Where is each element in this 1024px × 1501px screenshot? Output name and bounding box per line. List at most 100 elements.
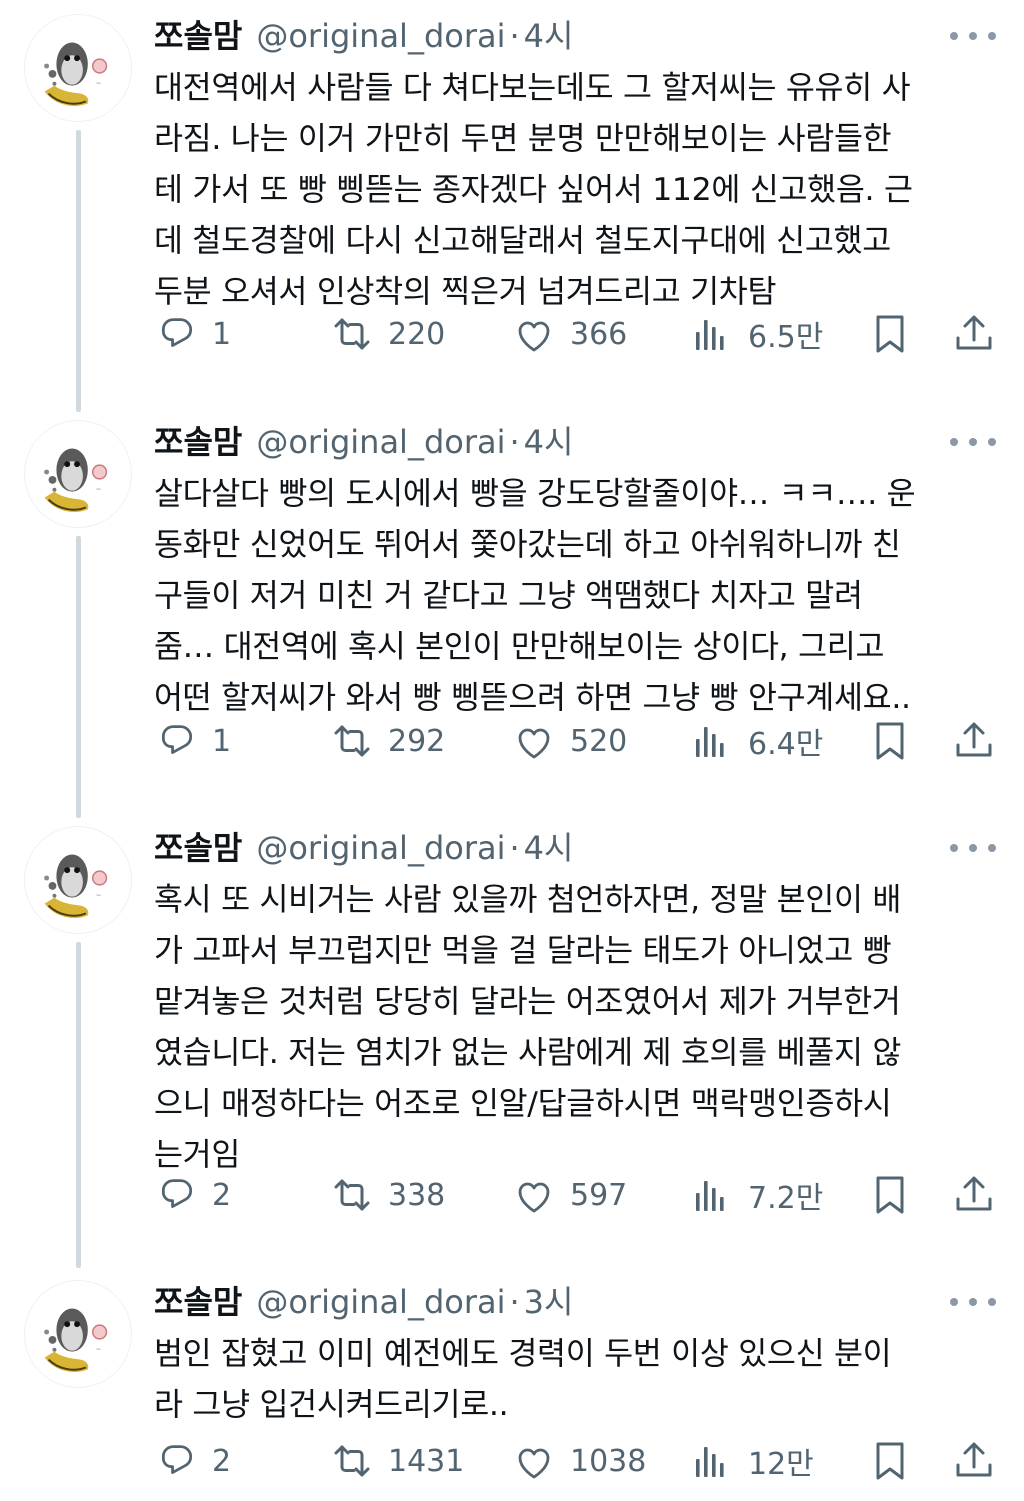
tweet-text: 범인 잡혔고 이미 예전에도 경력이 두번 이상 있으신 분이 라 그냥 입건시… (154, 1336, 892, 1423)
tweet[interactable]: 쪼솔맘 @original_dorai · 3시 범인 잡혔고 이미 예전에도 … (0, 1280, 1024, 1496)
heart-icon (518, 1182, 550, 1213)
reply-count: 2 (212, 1177, 232, 1213)
thread-line (76, 130, 81, 412)
avatar[interactable] (24, 420, 132, 528)
timestamp[interactable]: 4시 (524, 826, 574, 870)
reply-button[interactable]: 1 (154, 309, 231, 359)
reply-icon (162, 1179, 192, 1208)
tweet-text: 살다살다 빵의 도시에서 빵을 강도당할줄이야… ㅋㅋ…. 운 동화만 신었어도… (154, 476, 916, 716)
retweet-button[interactable]: 220 (330, 309, 445, 359)
avatar[interactable] (24, 14, 132, 122)
reply-button[interactable]: 1 (154, 716, 231, 766)
user-handle[interactable]: @original_dorai (256, 826, 505, 870)
tweet-text: 혹시 또 시비거는 사람 있을까 첨언하자면, 정말 본인이 배 가 고파서 부… (154, 882, 902, 1173)
separator: · (509, 1283, 520, 1321)
retweet-count: 1431 (388, 1443, 465, 1479)
timestamp[interactable]: 4시 (524, 14, 574, 58)
display-name[interactable]: 쪼솔맘 (154, 826, 242, 870)
timestamp[interactable]: 3시 (524, 1280, 574, 1324)
display-name[interactable]: 쪼솔맘 (154, 1280, 242, 1324)
retweet-button[interactable]: 1431 (330, 1436, 464, 1486)
share-button[interactable] (952, 716, 996, 766)
share-button[interactable] (952, 1170, 996, 1220)
bookmark-icon (876, 315, 904, 353)
heart-icon (518, 728, 550, 759)
reply-button[interactable]: 2 (154, 1170, 231, 1220)
share-icon (956, 1176, 992, 1211)
action-bar: 1 220 366 6.5만 (154, 309, 1000, 359)
views-icon (696, 1181, 724, 1211)
like-button[interactable]: 1038 (512, 1436, 646, 1486)
views-button[interactable]: 12만 (690, 1436, 814, 1486)
retweet-icon (334, 1445, 370, 1477)
bookmark-button[interactable] (868, 1170, 912, 1220)
action-bar: 2 338 597 7.2만 (154, 1170, 1000, 1220)
reply-count: 1 (212, 316, 232, 352)
display-name[interactable]: 쪼솔맘 (154, 420, 242, 464)
separator: · (509, 423, 520, 461)
bookmark-icon (876, 1176, 904, 1214)
user-handle[interactable]: @original_dorai (256, 14, 505, 58)
reply-icon (162, 1445, 192, 1474)
retweet-count: 292 (388, 723, 446, 759)
view-count: 7.2만 (748, 1181, 824, 1216)
retweet-button[interactable]: 338 (330, 1170, 445, 1220)
avatar[interactable] (24, 826, 132, 934)
bookmark-button[interactable] (868, 309, 912, 359)
retweet-count: 220 (388, 316, 446, 352)
separator: · (509, 17, 520, 55)
heart-icon (518, 1448, 550, 1479)
bookmark-icon (876, 722, 904, 760)
retweet-icon (334, 318, 370, 350)
avatar[interactable] (24, 1280, 132, 1388)
like-count: 366 (570, 316, 628, 352)
display-name[interactable]: 쪼솔맘 (154, 14, 242, 58)
bookmark-button[interactable] (868, 716, 912, 766)
user-handle[interactable]: @original_dorai (256, 420, 505, 464)
retweet-button[interactable]: 292 (330, 716, 445, 766)
bookmark-icon (876, 1442, 904, 1480)
share-button[interactable] (952, 309, 996, 359)
reply-count: 2 (212, 1443, 232, 1479)
retweet-icon (334, 725, 370, 757)
share-icon (956, 1442, 992, 1477)
share-icon (956, 722, 992, 757)
reply-count: 1 (212, 723, 232, 759)
view-count: 12만 (748, 1447, 814, 1482)
timestamp[interactable]: 4시 (524, 420, 574, 464)
separator: · (509, 829, 520, 867)
views-button[interactable]: 6.5만 (690, 309, 823, 359)
bookmark-button[interactable] (868, 1436, 912, 1486)
thread-line (76, 942, 81, 1268)
like-button[interactable]: 366 (512, 309, 627, 359)
share-button[interactable] (952, 1436, 996, 1486)
tweet-text: 대전역에서 사람들 다 쳐다보는데도 그 할저씨는 유유히 사 라짐. 나는 이… (154, 70, 913, 310)
retweet-count: 338 (388, 1177, 446, 1213)
user-handle[interactable]: @original_dorai (256, 1280, 505, 1324)
views-icon (696, 320, 724, 350)
retweet-icon (334, 1179, 370, 1211)
views-icon (696, 727, 724, 757)
action-bar: 2 1431 1038 12만 (154, 1436, 1000, 1486)
reply-icon (162, 725, 192, 754)
reply-button[interactable]: 2 (154, 1436, 231, 1486)
like-button[interactable]: 520 (512, 716, 627, 766)
views-button[interactable]: 6.4만 (690, 716, 823, 766)
tweet[interactable]: 쪼솔맘 @original_dorai · 4시 대전역에서 사람들 다 쳐다보… (0, 14, 1024, 412)
like-count: 1038 (570, 1443, 647, 1479)
reply-icon (162, 318, 192, 347)
tweet[interactable]: 쪼솔맘 @original_dorai · 4시 살다살다 빵의 도시에서 빵을… (0, 420, 1024, 818)
thread-line (76, 536, 81, 818)
more-icon[interactable] (950, 428, 996, 456)
views-button[interactable]: 7.2만 (690, 1170, 823, 1220)
more-icon[interactable] (950, 1288, 996, 1316)
tweet[interactable]: 쪼솔맘 @original_dorai · 4시 혹시 또 시비거는 사람 있을… (0, 826, 1024, 1272)
view-count: 6.5만 (748, 320, 824, 355)
like-count: 520 (570, 723, 628, 759)
like-button[interactable]: 597 (512, 1170, 627, 1220)
more-icon[interactable] (950, 22, 996, 50)
like-count: 597 (570, 1177, 628, 1213)
heart-icon (518, 321, 550, 352)
more-icon[interactable] (950, 834, 996, 862)
action-bar: 1 292 520 6.4만 (154, 716, 1000, 766)
